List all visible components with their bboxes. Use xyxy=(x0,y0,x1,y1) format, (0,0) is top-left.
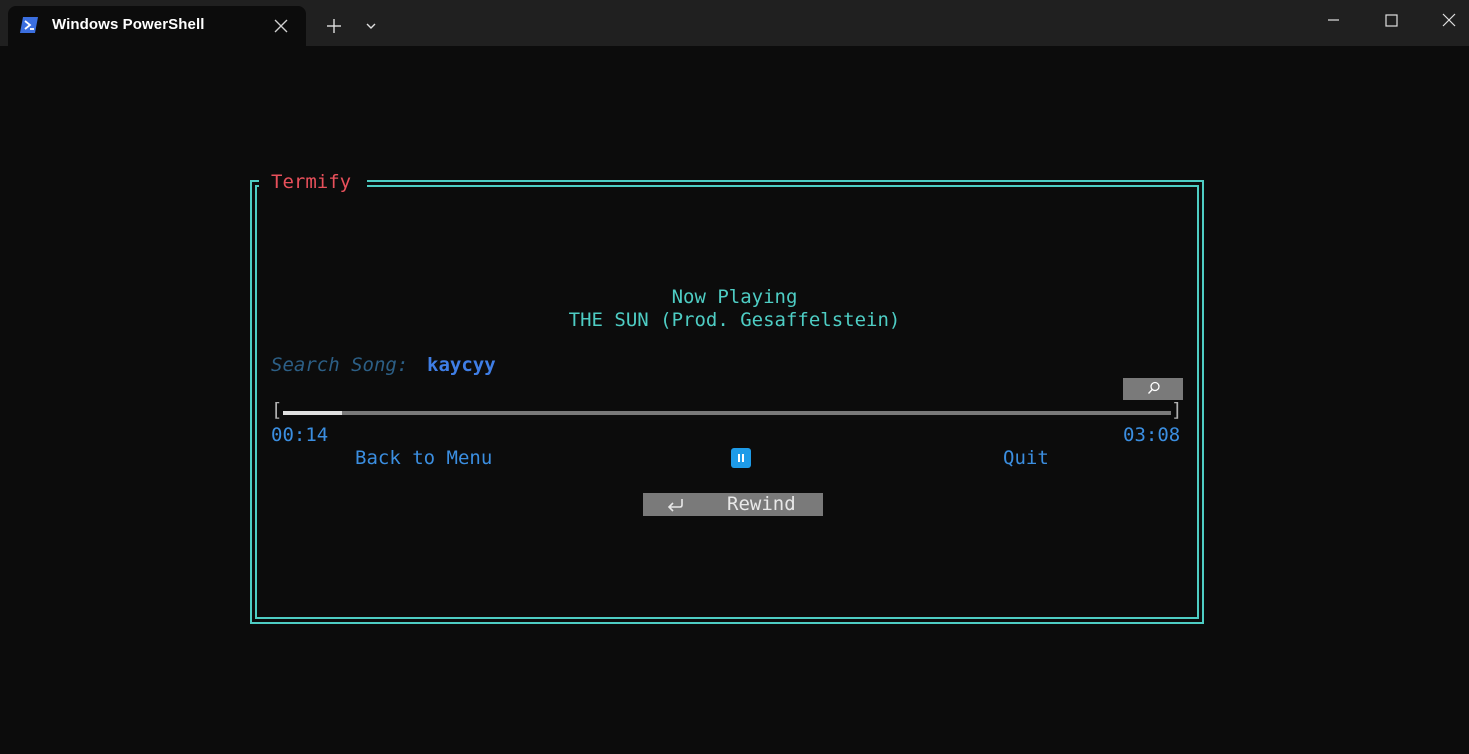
progress-fill xyxy=(283,411,342,415)
rewind-label: Rewind xyxy=(727,493,796,515)
rewind-button[interactable]: Rewind xyxy=(643,493,823,516)
search-button[interactable] xyxy=(1123,378,1183,400)
progress-bracket-left: [ xyxy=(271,399,283,421)
search-song-label: Search Song: xyxy=(271,354,409,376)
close-tab-icon[interactable] xyxy=(272,17,290,35)
title-bar: Windows PowerShell xyxy=(0,0,1469,46)
time-elapsed: 00:14 xyxy=(271,424,329,446)
app-title: Termify xyxy=(271,171,352,193)
song-title: THE SUN (Prod. Gesaffelstein) xyxy=(568,309,901,331)
powershell-icon xyxy=(20,17,38,33)
chevron-down-icon[interactable] xyxy=(358,11,384,39)
progress-bracket-right: ] xyxy=(1171,399,1183,421)
progress-bar[interactable] xyxy=(283,411,1171,415)
maximize-icon[interactable] xyxy=(1362,0,1420,40)
pause-button[interactable] xyxy=(731,448,751,468)
window-close-icon[interactable] xyxy=(1420,0,1469,40)
quit-button[interactable]: Quit xyxy=(1003,447,1049,469)
time-total: 03:08 xyxy=(1123,424,1181,446)
app-frame-inner-border xyxy=(255,185,1199,619)
now-playing-label: Now Playing xyxy=(671,286,798,308)
minimize-icon[interactable] xyxy=(1304,0,1362,40)
tab-title: Windows PowerShell xyxy=(52,16,205,33)
search-icon xyxy=(1148,381,1160,394)
search-input[interactable] xyxy=(427,354,727,376)
new-tab-plus-icon[interactable] xyxy=(318,11,350,39)
rewind-arrow-icon xyxy=(665,496,687,516)
back-to-menu-button[interactable]: Back to Menu xyxy=(355,447,492,469)
tab-powershell[interactable]: Windows PowerShell xyxy=(8,6,306,46)
